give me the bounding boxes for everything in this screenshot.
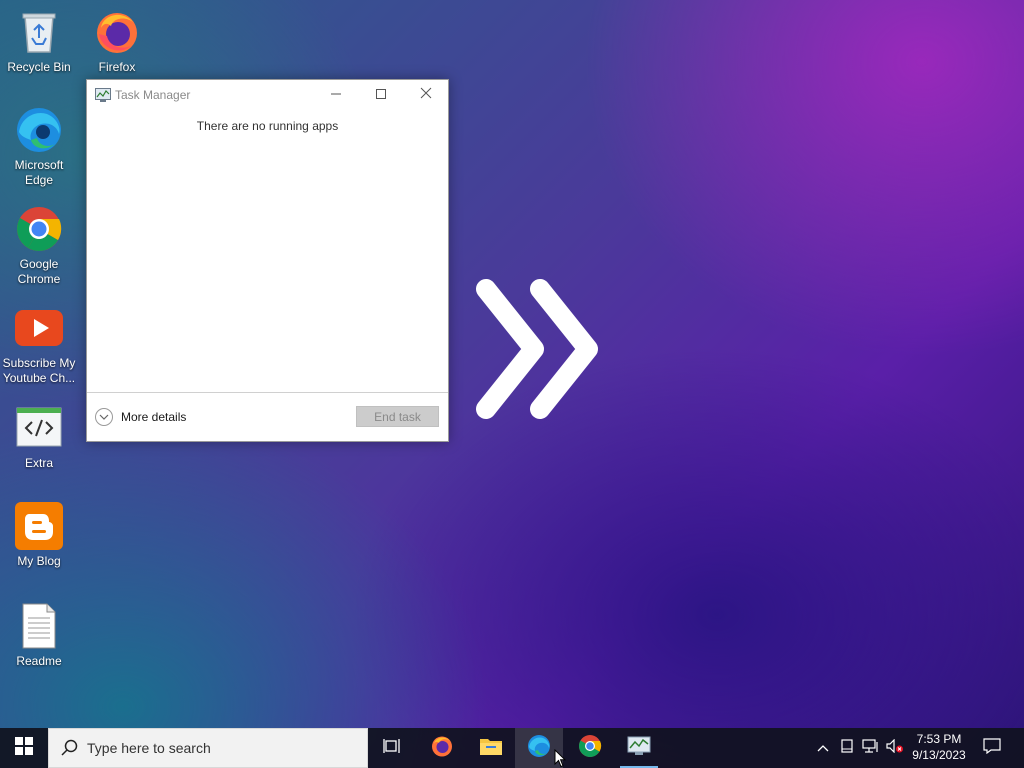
windows-logo-icon [15,736,33,760]
chevron-up-icon [817,739,829,757]
mouse-cursor-icon [554,748,567,768]
task-manager-icon [627,736,651,761]
task-view-icon [383,738,401,759]
network-icon [862,738,880,758]
edge-icon [15,106,63,154]
close-button[interactable] [403,80,449,110]
volume-muted-icon [886,738,904,758]
desktop-icon-label: Firefox [98,60,136,74]
maximize-button[interactable] [358,80,404,110]
desktop-icon-chrome[interactable]: Google Chrome [2,205,76,287]
desktop-icon-youtube[interactable]: Subscribe My Youtube Ch... [2,304,76,386]
clock-time: 7:53 PM [916,732,962,746]
taskbar-firefox[interactable] [418,728,466,768]
recycle-bin-icon [15,8,63,56]
clock-date: 9/13/2023 [912,748,966,762]
double-chevron-right-icon [470,275,610,425]
taskbar-chrome[interactable] [566,728,614,768]
desktop-icon-label: Subscribe My Youtube Ch... [2,356,76,385]
desktop-icon-edge[interactable]: Microsoft Edge [2,106,76,188]
taskbar-search-box[interactable]: Type here to search [48,728,368,768]
desktop-icon-label: Extra [24,456,53,470]
chevron-down-icon [95,408,113,426]
desktop-icon-label: Google Chrome [17,257,61,286]
taskbar-file-explorer[interactable] [467,728,515,768]
network-button[interactable] [859,728,883,768]
start-button[interactable] [0,728,48,768]
desktop-icon-recycle-bin[interactable]: Recycle Bin [2,8,76,75]
more-details-label: More details [121,410,187,424]
end-task-button[interactable]: End task [356,406,439,427]
folder-icon [479,736,503,761]
notifications-button[interactable] [976,728,1008,768]
close-icon [420,86,432,104]
desktop-icon-label: My Blog [17,554,61,568]
taskbar-task-manager[interactable] [615,728,663,768]
edge-icon [527,734,551,763]
taskbar: Type here to search 7:53 PM 9/13/2023 [0,728,1024,768]
desktop-icon-label: Recycle Bin [7,60,71,74]
search-icon [61,739,79,757]
more-details-button[interactable]: More details [95,408,186,426]
no-apps-message: There are no running apps [196,119,339,133]
taskbar-clock[interactable]: 7:53 PM 9/13/2023 [905,731,973,763]
chrome-icon [578,734,602,763]
maximize-icon [376,86,386,104]
notification-icon [983,737,1001,759]
text-document-icon [15,602,63,650]
desktop-icon-label: Readme [16,654,62,668]
desktop-icon-readme[interactable]: Readme [2,602,76,669]
taskbar-task-view[interactable] [368,728,416,768]
desktop-icon-label: Microsoft Edge [14,158,64,187]
tray-device-icon-button[interactable] [836,728,858,768]
desktop-icon-firefox[interactable]: Firefox [80,8,154,75]
task-manager-icon [95,88,111,102]
firefox-icon [93,8,141,56]
chrome-icon [15,205,63,253]
task-manager-window[interactable]: Task Manager There are no running apps M… [86,79,449,442]
show-hidden-icons-button[interactable] [812,728,834,768]
window-title: Task Manager [115,88,191,102]
youtube-play-icon [15,304,63,352]
firefox-icon [430,734,454,763]
desktop-icon-my-blog[interactable]: My Blog [2,502,76,569]
blogger-icon [15,502,63,550]
minimize-button[interactable] [313,80,359,110]
code-file-icon [15,404,63,452]
desktop-icon-extra[interactable]: Extra [2,404,76,471]
volume-button[interactable] [884,728,906,768]
minimize-icon [331,86,341,104]
tablet-icon [841,738,853,758]
title-bar[interactable]: Task Manager [87,80,448,110]
task-manager-footer: More details End task [87,392,448,441]
search-placeholder: Type here to search [87,740,211,756]
